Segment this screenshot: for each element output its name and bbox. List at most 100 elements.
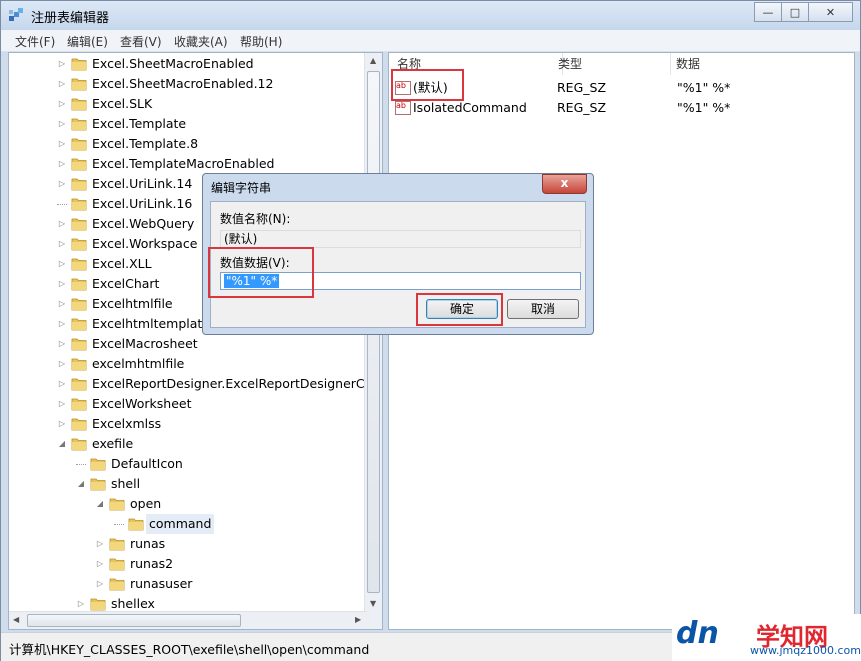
collapsed-arrow-icon[interactable]: ▷: [57, 294, 67, 314]
column-type-header[interactable]: 类型: [555, 53, 671, 75]
tree-item[interactable]: ▷ runasuser: [9, 574, 367, 594]
tree-item[interactable]: ▷ ExcelReportDesigner.ExcelReportDesigner…: [9, 374, 382, 394]
tree-hscroll-thumb[interactable]: [27, 614, 241, 627]
folder-icon: [71, 118, 87, 131]
folder-icon: [109, 538, 125, 551]
folder-icon: [109, 498, 125, 511]
collapsed-arrow-icon[interactable]: ▷: [57, 134, 67, 154]
collapsed-arrow-icon[interactable]: ▷: [57, 314, 67, 334]
tree-item[interactable]: ▷ Excel.SheetMacroEnabled.12: [9, 74, 367, 94]
folder-icon: [71, 238, 87, 251]
tree-item-label: Excel.SheetMacroEnabled.12: [92, 76, 274, 91]
value-data: "%1" %*: [677, 80, 731, 95]
tree-item-label: Excel.WebQuery: [92, 216, 195, 231]
collapsed-arrow-icon[interactable]: ▷: [57, 334, 67, 354]
tree-item[interactable]: ▷ excelmhtmlfile: [9, 354, 367, 374]
tree-item[interactable]: command: [9, 514, 367, 534]
value-name-label: 数值名称(N):: [220, 212, 291, 226]
scroll-up-icon[interactable]: ▲: [370, 56, 376, 65]
tree-item[interactable]: ▷ Excel.Template: [9, 114, 367, 134]
tree-item[interactable]: ▷ ExcelWorksheet: [9, 394, 367, 414]
menu-edit[interactable]: 编辑(E): [67, 33, 108, 50]
cancel-button[interactable]: 取消: [507, 299, 579, 319]
folder-icon: [128, 518, 144, 531]
folder-icon: [71, 138, 87, 151]
tree-item[interactable]: ▷ ExcelMacrosheet: [9, 334, 367, 354]
tree-item[interactable]: ◢ exefile: [9, 434, 367, 454]
tree-horizontal-scrollbar[interactable]: ◀ ▶: [9, 611, 367, 629]
folder-icon: [109, 558, 125, 571]
tree-item[interactable]: ▷ Excel.SLK: [9, 94, 367, 114]
tree-item[interactable]: ▷ Excel.SheetMacroEnabled: [9, 54, 367, 74]
collapsed-arrow-icon[interactable]: ▷: [57, 394, 67, 414]
folder-icon: [71, 58, 87, 71]
values-list[interactable]: 名称 类型 数据 ab (默认) REG_SZ "%1" %* ab Isola…: [388, 52, 855, 630]
menu-view[interactable]: 查看(V): [120, 33, 162, 50]
collapsed-arrow-icon[interactable]: ▷: [57, 234, 67, 254]
title-bar: 注册表编辑器 — □ ✕: [1, 1, 860, 30]
collapsed-arrow-icon[interactable]: ▷: [57, 114, 67, 134]
scroll-left-icon[interactable]: ◀: [13, 615, 19, 624]
scroll-right-icon[interactable]: ▶: [355, 615, 361, 624]
maximize-button[interactable]: □: [781, 2, 809, 22]
expanded-arrow-icon[interactable]: ◢: [57, 434, 67, 454]
tree-item-label: ExcelReportDesigner.ExcelReportDesignerC…: [92, 376, 383, 391]
watermark: dn 学知网 www.jmqz1000.com: [672, 614, 861, 661]
tree-item[interactable]: ▷ runas: [9, 534, 367, 554]
collapsed-arrow-icon[interactable]: ▷: [57, 214, 67, 234]
tree-item[interactable]: ▷ Excel.TemplateMacroEnabled: [9, 154, 367, 174]
expanded-arrow-icon[interactable]: ◢: [76, 474, 86, 494]
folder-icon: [71, 358, 87, 371]
folder-icon: [90, 598, 106, 611]
list-item[interactable]: ab IsolatedCommand REG_SZ "%1" %*: [389, 98, 849, 118]
folder-icon: [90, 458, 106, 471]
window-title: 注册表编辑器: [31, 11, 110, 26]
collapsed-arrow-icon[interactable]: ▷: [95, 534, 105, 554]
collapsed-arrow-icon[interactable]: ▷: [57, 74, 67, 94]
watermark-url: www.jmqz1000.com: [750, 644, 861, 657]
tree-item[interactable]: ◢ shell: [9, 474, 367, 494]
folder-icon: [71, 378, 87, 391]
tree-item-label: Excel.XLL: [92, 256, 152, 271]
close-button[interactable]: ✕: [808, 2, 853, 22]
tree-item[interactable]: ◢ open: [9, 494, 367, 514]
tree-item-label: ExcelWorksheet: [92, 396, 192, 411]
collapsed-arrow-icon[interactable]: ▷: [57, 274, 67, 294]
registry-tree[interactable]: ▷ Excel.SheetMacroEnabled ▷ Excel.SheetMacr…: [8, 52, 383, 630]
column-data-header[interactable]: 数据: [671, 53, 854, 75]
tree-item-label: Excel.Template.8: [92, 136, 199, 151]
value-type: REG_SZ: [557, 100, 607, 115]
menu-bar: 文件(F) 编辑(E) 查看(V) 收藏夹(A) 帮助(H): [1, 30, 860, 52]
value-type: REG_SZ: [557, 80, 607, 95]
menu-file[interactable]: 文件(F): [15, 33, 55, 50]
expanded-arrow-icon[interactable]: ◢: [95, 494, 105, 514]
collapsed-arrow-icon[interactable]: ▷: [57, 354, 67, 374]
collapsed-arrow-icon[interactable]: ▷: [57, 94, 67, 114]
minimize-button[interactable]: —: [754, 2, 782, 22]
collapsed-arrow-icon[interactable]: ▷: [57, 154, 67, 174]
tree-item-label: shell: [111, 476, 141, 491]
scroll-down-icon[interactable]: ▼: [370, 599, 376, 608]
close-icon: x: [560, 176, 569, 190]
tree-item[interactable]: ▷ Excelxmlss: [9, 414, 367, 434]
tree-item[interactable]: ▷ Excel.Template.8: [9, 134, 367, 154]
dialog-close-button[interactable]: x: [542, 174, 587, 194]
menu-favorites[interactable]: 收藏夹(A): [174, 33, 228, 50]
collapsed-arrow-icon[interactable]: ▷: [57, 174, 67, 194]
menu-help[interactable]: 帮助(H): [240, 33, 282, 50]
folder-icon: [109, 578, 125, 591]
tree-item-label: Excelxmlss: [92, 416, 162, 431]
collapsed-arrow-icon[interactable]: ▷: [57, 54, 67, 74]
collapsed-arrow-icon[interactable]: ▷: [57, 414, 67, 434]
collapsed-arrow-icon[interactable]: ▷: [95, 554, 105, 574]
folder-icon: [71, 78, 87, 91]
tree-item-label: ExcelMacrosheet: [92, 336, 198, 351]
tree-item[interactable]: DefaultIcon: [9, 454, 367, 474]
collapsed-arrow-icon[interactable]: ▷: [95, 574, 105, 594]
minimize-icon: —: [762, 5, 774, 19]
collapsed-arrow-icon[interactable]: ▷: [57, 374, 67, 394]
tree-item[interactable]: ▷ runas2: [9, 554, 367, 574]
collapsed-arrow-icon[interactable]: ▷: [57, 254, 67, 274]
folder-icon: [71, 318, 87, 331]
value-name: IsolatedCommand: [413, 100, 527, 115]
